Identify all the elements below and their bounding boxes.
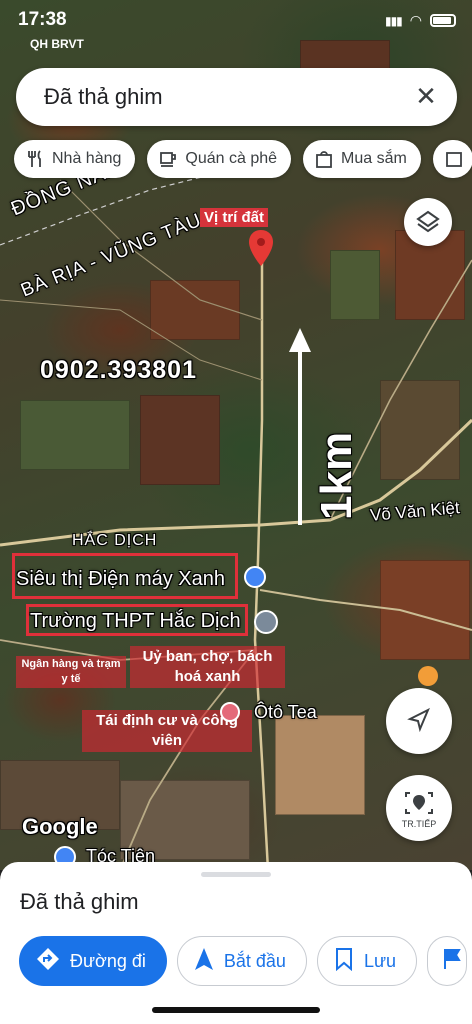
status-bar: 17:38 QH BRVT ▮▮▮ ◠ (0, 0, 472, 51)
wifi-icon: ◠ (409, 12, 422, 28)
phone-number: 0902.393801 (40, 356, 197, 384)
chip-shopping[interactable]: Mua sắm (303, 140, 421, 178)
chip-restaurants[interactable]: Nhà hàng (14, 140, 136, 178)
school-label: Trường THPT Hắc Dịch (30, 610, 241, 632)
layers-icon (416, 210, 440, 233)
sheet-title: Đã thả ghim (20, 889, 139, 914)
satellite-map[interactable]: ĐỒNG NAI BÀ RỊA - VŨNG TÀU Vị trí đất 09… (0, 0, 472, 870)
chip-label: Nhà hàng (52, 150, 122, 167)
bank-label: Ngân hàng và trạm y tế (16, 656, 126, 688)
search-bar[interactable]: Đã thả ghim ✕ (16, 68, 457, 126)
signal-icon: ▮▮▮ (384, 13, 403, 28)
directions-icon (36, 947, 60, 976)
chip-label: Mua sắm (341, 150, 407, 167)
navigation-arrow-icon (194, 947, 214, 976)
street-view-icon (405, 792, 433, 814)
restaurant-poi-icon[interactable] (418, 666, 438, 686)
bottom-sheet[interactable]: Đã thả ghim Đường đi Bắt đầu Lưu (0, 862, 472, 1024)
shopping-bag-icon[interactable] (244, 566, 266, 588)
save-button[interactable]: Lưu (316, 936, 418, 986)
store-label: Siêu thị Điện máy Xanh (16, 568, 226, 590)
directions-button[interactable]: Đường đi (19, 936, 167, 986)
chip-coffee[interactable]: Quán cà phê (147, 140, 292, 178)
save-label: Lưu (363, 950, 397, 971)
directions-label: Đường đi (70, 950, 146, 971)
hotel-icon (445, 150, 463, 168)
google-logo: Google (22, 814, 98, 839)
battery-icon (430, 14, 456, 27)
chip-label: Quán cà phê (185, 150, 278, 167)
navigation-arrow-icon (407, 707, 430, 733)
close-icon[interactable]: ✕ (411, 81, 441, 111)
committee-label: Uỷ ban, chợ, bách hoá xanh (130, 646, 285, 688)
fork-knife-icon (26, 150, 44, 168)
shopping-bag-icon (315, 150, 333, 168)
next-button[interactable]: TR.TIẾP (386, 775, 452, 841)
start-label: Bắt đầu (223, 950, 286, 971)
bookmark-icon (334, 947, 354, 976)
action-buttons: Đường đi Bắt đầu Lưu (19, 936, 468, 986)
search-query: Đã thả ghim (44, 84, 163, 109)
chip-more[interactable] (432, 140, 472, 178)
layers-button[interactable] (404, 198, 452, 246)
poi-pin-icon[interactable] (220, 702, 240, 722)
sheet-handle[interactable] (201, 872, 271, 877)
start-button[interactable]: Bắt đầu (176, 936, 307, 986)
status-time: 17:38 (18, 9, 67, 30)
school-icon[interactable] (254, 610, 278, 634)
map-pin-icon[interactable] (248, 230, 274, 268)
my-location-button[interactable] (386, 688, 452, 754)
area-label: HẮC DỊCH (72, 532, 158, 549)
share-button[interactable] (427, 936, 468, 986)
pin-label: Vị trí đất (200, 208, 269, 227)
coffee-cup-icon (159, 150, 177, 168)
status-carrier: QH BRVT (30, 37, 84, 51)
distance-label: 1km (312, 431, 361, 520)
home-indicator (152, 1007, 320, 1013)
category-chips: Nhà hàng Quán cà phê Mua sắm (14, 140, 472, 178)
next-label: TR.TIẾP (401, 819, 437, 829)
flag-icon (442, 947, 462, 976)
poi-tea-label: Ôtô Tea (254, 702, 317, 722)
